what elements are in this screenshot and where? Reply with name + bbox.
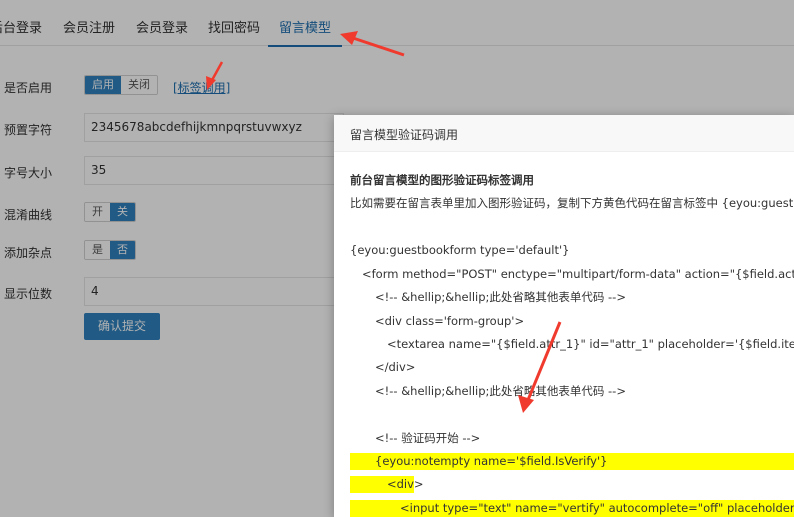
modal-heading: 前台留言模型的图形验证码标签调用 <box>350 173 534 187</box>
code-line: <!-- &hellip;&hellip;此处省略其他表单代码 --> <box>375 290 626 304</box>
verify-code-modal: 留言模型验证码调用 前台留言模型的图形验证码标签调用 比如需要在留言表单里加入图… <box>334 115 794 517</box>
code-line: </div> <box>375 360 416 374</box>
code-line-highlighted: <div> <box>350 476 424 493</box>
code-line: <textarea name="{$field.attr_1}" id="att… <box>387 337 794 351</box>
code-line: <!-- 验证码开始 --> <box>375 431 481 445</box>
modal-title: 留言模型验证码调用 <box>350 128 459 142</box>
code-line-highlighted: <input type="text" name="vertify" autoco… <box>350 500 794 517</box>
code-line: {eyou:guestbookform type='default'} <box>350 243 570 257</box>
code-line: <div class='form-group'> <box>375 314 525 328</box>
modal-description: 比如需要在留言表单里加入图形验证码，复制下方黄色代码在留言标签中 {eyou:g… <box>350 196 794 210</box>
code-line-highlighted: {eyou:notempty name='$field.IsVerify'} <box>350 453 794 470</box>
modal-header: 留言模型验证码调用 <box>334 115 794 152</box>
code-line: <form method="POST" enctype="multipart/f… <box>362 267 794 281</box>
code-line: <!-- &hellip;&hellip;此处省略其他表单代码 --> <box>375 384 626 398</box>
